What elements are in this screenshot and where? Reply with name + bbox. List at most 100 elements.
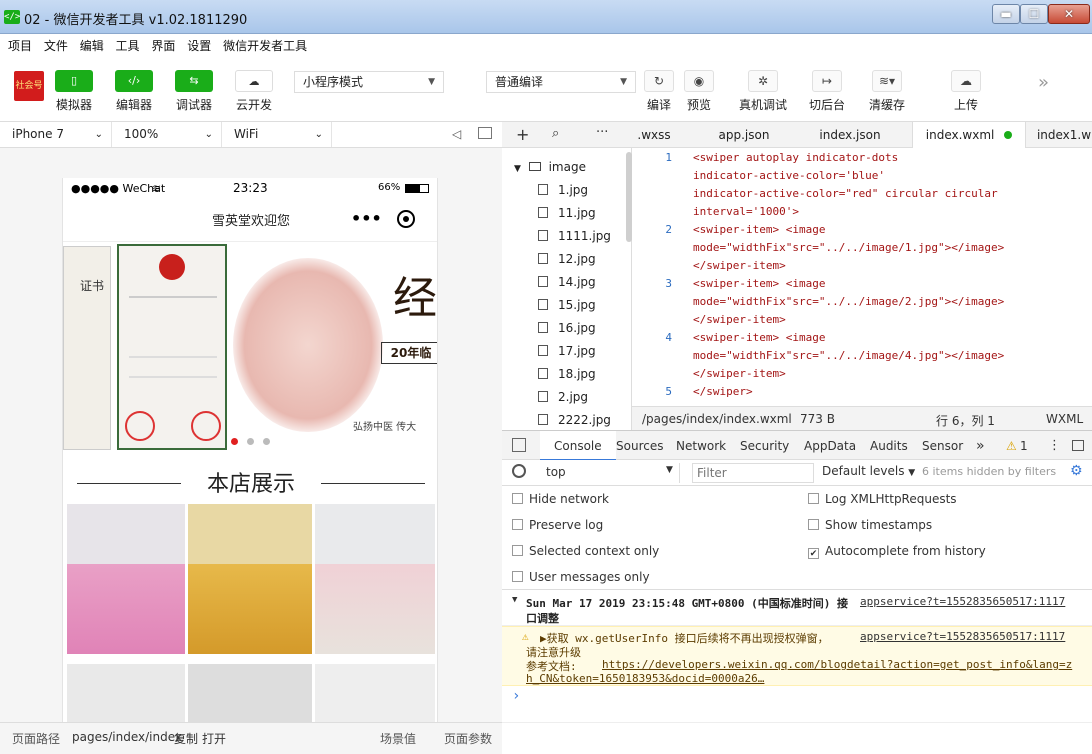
menu-devtools[interactable]: 微信开发者工具	[219, 34, 311, 58]
cloud-dev-button[interactable]: ☁ 云开发	[230, 70, 278, 113]
console-prompt[interactable]: ›	[512, 688, 520, 704]
clear-cache-button[interactable]: ≋▾ 清缓存	[864, 70, 910, 113]
gear-icon[interactable]: ⚙	[1070, 463, 1083, 479]
tab-security[interactable]: Security	[740, 431, 789, 461]
language-mode[interactable]: WXML	[1046, 412, 1083, 426]
tab-appdata[interactable]: AppData	[804, 431, 856, 461]
maximize-button[interactable]: ☐	[1020, 4, 1048, 24]
menu-settings[interactable]: 设置	[183, 34, 215, 58]
caret-down-icon[interactable]: ▼	[512, 595, 517, 605]
console-input-area[interactable]	[502, 722, 1092, 754]
gallery-photo[interactable]	[188, 664, 312, 722]
hide-network-checkbox[interactable]: Hide network	[512, 492, 609, 506]
file-item[interactable]: 2222.jpg	[538, 413, 611, 427]
code-line: mode="widthFix"src="../../image/2.jpg"><…	[693, 295, 1005, 308]
nav-more-icon[interactable]: •••	[351, 209, 382, 228]
background-button[interactable]: ↦ 切后台	[804, 70, 850, 113]
file-item[interactable]: 1111.jpg	[538, 229, 611, 243]
swiper-banner[interactable]: 证书 经 20年临 弘扬中医 传大	[63, 242, 437, 452]
volume-icon[interactable]: ◁	[452, 127, 461, 141]
editor-button[interactable]: ‹/› 编辑器	[110, 70, 158, 113]
file-item[interactable]: 18.jpg	[538, 367, 596, 381]
file-item[interactable]: 15.jpg	[538, 298, 596, 312]
log-xhr-checkbox[interactable]: Log XMLHttpRequests	[808, 492, 957, 506]
network-select[interactable]: WiFi ⌄	[222, 122, 332, 147]
zoom-select[interactable]: 100% ⌄	[112, 122, 222, 147]
debugger-button[interactable]: ⇆ 调试器	[170, 70, 218, 113]
tab-network[interactable]: Network	[676, 431, 726, 461]
mode-select[interactable]: 小程序模式 ▼	[294, 71, 444, 93]
gallery-photo[interactable]	[67, 504, 185, 654]
tab-index-json[interactable]: index.json	[808, 122, 892, 148]
minimize-button[interactable]: ▬	[992, 4, 1020, 24]
compile-select[interactable]: 普通编译 ▼	[486, 71, 636, 93]
dock-icon[interactable]	[1072, 440, 1084, 451]
remote-debug-button[interactable]: ✲ 真机调试	[736, 70, 790, 113]
context-select[interactable]: top ▼	[540, 463, 680, 483]
more-tabs-icon[interactable]: »	[976, 431, 985, 461]
menu-file[interactable]: 文件	[40, 34, 72, 58]
compile-button[interactable]: ↻ 编译	[640, 70, 678, 113]
file-item[interactable]: 2.jpg	[538, 390, 588, 404]
scene-button[interactable]: 场景值	[380, 730, 416, 747]
menu-tools[interactable]: 工具	[112, 34, 144, 58]
warning-source-link[interactable]: appservice?t=1552835650517:1117	[860, 630, 1065, 643]
upload-button[interactable]: ☁ 上传	[946, 70, 986, 113]
user-messages-checkbox[interactable]: User messages only	[512, 570, 650, 584]
tab-wxss[interactable]: .wxss	[632, 122, 676, 148]
preview-button[interactable]: ◉ 预览	[680, 70, 718, 113]
open-link[interactable]: 打开	[202, 730, 226, 747]
tab-sources[interactable]: Sources	[616, 431, 663, 461]
file-item[interactable]: 11.jpg	[538, 206, 596, 220]
log-source-link[interactable]: appservice?t=1552835650517:1117	[860, 595, 1065, 608]
kebab-menu-icon[interactable]: ⋮	[1048, 438, 1061, 453]
warning-doc-link[interactable]: https://developers.weixin.qq.com/blogdet…	[602, 658, 1072, 671]
close-button[interactable]: ✕	[1048, 4, 1090, 24]
file-item[interactable]: 14.jpg	[538, 275, 596, 289]
tab-index1[interactable]: index1.w	[1036, 122, 1092, 148]
tab-console[interactable]: Console	[540, 431, 616, 461]
warning-icon[interactable]: ⚠	[1006, 439, 1017, 453]
popout-icon[interactable]	[478, 127, 492, 139]
nav-close-icon[interactable]	[397, 210, 415, 228]
tab-sensor[interactable]: Sensor	[922, 431, 963, 461]
gallery-photo[interactable]	[315, 504, 435, 654]
device-select[interactable]: iPhone 7 ⌄	[0, 122, 112, 147]
gallery-photo[interactable]	[315, 664, 435, 722]
preserve-log-checkbox[interactable]: Preserve log	[512, 518, 603, 532]
clear-console-icon[interactable]	[512, 464, 526, 478]
menu-interface[interactable]: 界面	[147, 34, 179, 58]
tab-index-wxml[interactable]: index.wxml	[912, 122, 1026, 148]
menu-project[interactable]: 项目	[4, 34, 36, 58]
more-toolbar-icon[interactable]: »	[1038, 72, 1049, 93]
folder-image[interactable]: ▼ image	[514, 160, 586, 174]
copy-link[interactable]: 复制	[174, 730, 198, 747]
file-item[interactable]: 12.jpg	[538, 252, 596, 266]
gallery-photo[interactable]	[67, 664, 185, 722]
file-item[interactable]: 16.jpg	[538, 321, 596, 335]
inspect-icon[interactable]	[512, 438, 526, 452]
indicator-dot[interactable]	[247, 438, 254, 445]
indicator-dot[interactable]	[263, 438, 270, 445]
params-button[interactable]: 页面参数	[444, 730, 492, 747]
autocomplete-checkbox[interactable]: ✔ Autocomplete from history	[808, 544, 986, 559]
show-timestamps-checkbox[interactable]: Show timestamps	[808, 518, 932, 532]
selected-context-checkbox[interactable]: Selected context only	[512, 544, 659, 558]
indicator-dot-active[interactable]	[231, 438, 238, 445]
file-item[interactable]: 1.jpg	[538, 183, 588, 197]
simulator-button[interactable]: ▯ 模拟器	[50, 70, 98, 113]
user-avatar[interactable]: 社会号	[14, 71, 44, 101]
code-line: mode="widthFix"src="../../image/1.jpg"><…	[693, 241, 1005, 254]
code-editor[interactable]: 1 <swiper autoplay indicator-dots indicato…	[632, 148, 1092, 406]
tab-audits[interactable]: Audits	[870, 431, 908, 461]
levels-select[interactable]: Default levels ▼	[822, 464, 915, 478]
warning-doc-link-cont[interactable]: h_CN&token=1650183953&docid=0000a26…	[526, 672, 764, 685]
filter-input[interactable]	[692, 463, 814, 483]
menu-edit[interactable]: 编辑	[76, 34, 108, 58]
file-item[interactable]: 17.jpg	[538, 344, 596, 358]
add-icon[interactable]: +	[516, 125, 529, 144]
more-icon[interactable]: ···	[596, 125, 608, 140]
gallery-photo[interactable]	[188, 504, 312, 654]
tab-app-json[interactable]: app.json	[702, 122, 786, 148]
search-icon[interactable]: ⌕	[552, 126, 559, 141]
